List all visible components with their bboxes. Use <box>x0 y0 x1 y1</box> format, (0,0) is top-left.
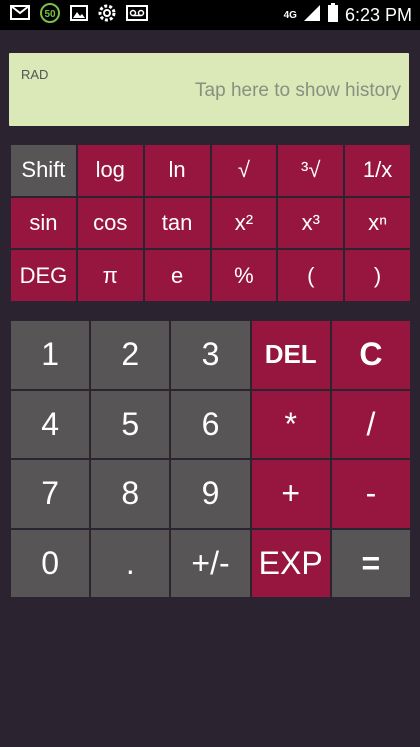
ln-button[interactable]: ln <box>144 145 210 196</box>
clear-button[interactable]: C <box>331 321 410 389</box>
log-button[interactable]: log <box>77 145 143 196</box>
history-hint[interactable]: Tap here to show history <box>195 80 401 102</box>
e-button[interactable]: e <box>144 250 210 301</box>
equals-button[interactable]: = <box>331 529 410 597</box>
close-paren-button[interactable]: ) <box>345 250 410 301</box>
digit-1-button[interactable]: 1 <box>11 321 90 389</box>
network-type: 4G <box>283 9 297 21</box>
battery-icon <box>327 2 339 28</box>
delete-button[interactable]: DEL <box>251 321 330 389</box>
multiply-button[interactable]: * <box>251 390 330 458</box>
decimal-button[interactable]: . <box>91 529 170 597</box>
digit-0-button[interactable]: 0 <box>11 529 90 597</box>
negate-button[interactable]: +/- <box>171 529 250 597</box>
tan-button[interactable]: tan <box>144 197 210 249</box>
digit-8-button[interactable]: 8 <box>91 460 170 528</box>
image-icon <box>70 4 88 26</box>
deg-button[interactable]: DEG <box>11 250 76 301</box>
sqrt-button[interactable]: √ <box>211 145 277 196</box>
digit-4-button[interactable]: 4 <box>11 390 90 458</box>
open-paren-button[interactable]: ( <box>278 250 344 301</box>
cos-button[interactable]: cos <box>77 197 143 249</box>
exp-button[interactable]: EXP <box>251 529 330 597</box>
scientific-keypad: Shift log ln √ ³√ 1/x sin cos tan x² x³ … <box>11 145 410 301</box>
square-button[interactable]: x² <box>211 197 277 249</box>
pi-button[interactable]: π <box>77 250 143 301</box>
power-button[interactable]: xⁿ <box>345 197 410 249</box>
settings-icon <box>97 3 117 28</box>
digit-9-button[interactable]: 9 <box>171 460 250 528</box>
voicemail-icon <box>126 4 148 26</box>
svg-text:50: 50 <box>44 9 56 20</box>
subtract-button[interactable]: - <box>331 460 410 528</box>
signal-icon <box>303 4 321 27</box>
mail-icon <box>10 5 30 25</box>
cube-root-button[interactable]: ³√ <box>278 145 344 196</box>
percent-button[interactable]: % <box>211 250 277 301</box>
badge-50-icon: 50 <box>39 2 61 29</box>
digit-2-button[interactable]: 2 <box>91 321 170 389</box>
reciprocal-button[interactable]: 1/x <box>345 145 410 196</box>
main-keypad: 1 2 3 DEL C 4 5 6 * / 7 8 9 + - 0 . +/- … <box>11 321 410 597</box>
cube-button[interactable]: x³ <box>278 197 344 249</box>
sin-button[interactable]: sin <box>11 197 76 249</box>
digit-5-button[interactable]: 5 <box>91 390 170 458</box>
shift-button[interactable]: Shift <box>11 145 76 196</box>
divide-button[interactable]: / <box>331 390 410 458</box>
angle-mode-indicator: RAD <box>21 67 49 82</box>
digit-7-button[interactable]: 7 <box>11 460 90 528</box>
calculator-display[interactable]: RAD Tap here to show history <box>9 53 409 126</box>
digit-3-button[interactable]: 3 <box>171 321 250 389</box>
digit-6-button[interactable]: 6 <box>171 390 250 458</box>
add-button[interactable]: + <box>251 460 330 528</box>
status-bar: 50 4G 6:23 PM <box>0 0 420 30</box>
status-time: 6:23 PM <box>344 4 412 25</box>
